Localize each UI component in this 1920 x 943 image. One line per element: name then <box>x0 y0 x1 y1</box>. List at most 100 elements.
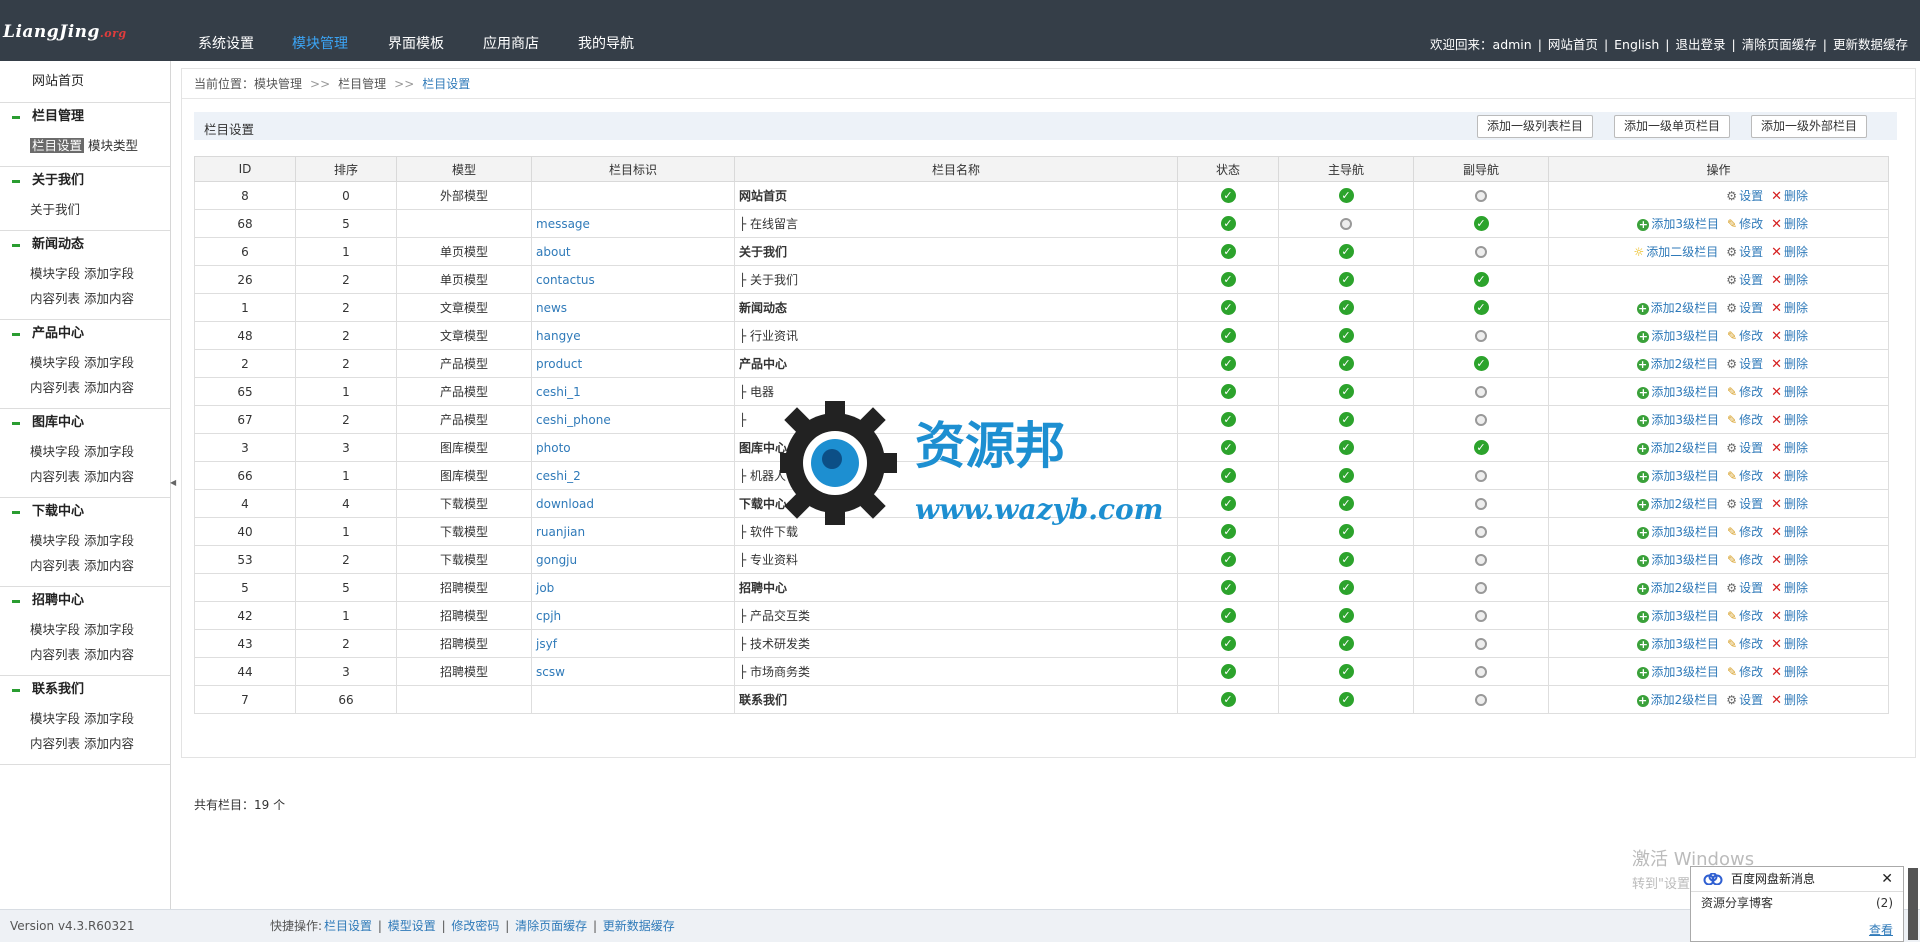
op-add3-button[interactable]: + 添加3级栏目 <box>1637 385 1719 399</box>
ident-link[interactable]: jsyf <box>536 637 557 651</box>
sidebar-group-2[interactable]: 新闻动态 <box>0 231 170 259</box>
sidebar-group-0[interactable]: 栏目管理 <box>0 103 170 131</box>
disabled-icon[interactable] <box>1475 610 1487 622</box>
logo[interactable]: LiangJing.org <box>3 22 127 42</box>
op-del-button[interactable]: ✕ 删除 <box>1771 357 1808 372</box>
sidebar-link[interactable]: 添加内容 <box>84 380 134 395</box>
collapse-minus-icon[interactable] <box>12 422 20 425</box>
topnav-item-0[interactable]: 系统设置 <box>198 33 254 53</box>
op-del-button[interactable]: ✕ 删除 <box>1771 637 1808 652</box>
main-nav-toggle[interactable]: ✓ <box>1278 433 1414 462</box>
sidebar-link[interactable]: 添加内容 <box>84 736 134 751</box>
sidebar-link[interactable]: 模块类型 <box>88 138 138 153</box>
sidebar-link[interactable]: 内容列表 <box>30 558 80 573</box>
sub-nav-toggle[interactable] <box>1413 657 1549 686</box>
check-icon[interactable]: ✓ <box>1473 272 1489 287</box>
check-icon[interactable]: ✓ <box>1338 552 1354 567</box>
op-add3-button[interactable]: + 添加3级栏目 <box>1637 413 1719 427</box>
sidebar-link[interactable]: 模块字段 <box>30 711 80 726</box>
op-add3-button[interactable]: + 添加3级栏目 <box>1637 329 1719 343</box>
sub-nav-toggle[interactable] <box>1413 517 1549 546</box>
sub-nav-toggle[interactable]: ✓ <box>1413 293 1549 322</box>
op-add3-button[interactable]: + 添加3级栏目 <box>1637 553 1719 567</box>
op-edit-button[interactable]: ✎ 修改 <box>1727 469 1763 483</box>
add-page-column-button[interactable]: 添加一级单页栏目 <box>1614 115 1731 138</box>
ident-link[interactable]: scsw <box>536 665 565 679</box>
op-del-button[interactable]: ✕ 删除 <box>1771 273 1808 288</box>
status-toggle[interactable]: ✓ <box>1177 629 1279 658</box>
sub-nav-toggle[interactable] <box>1413 377 1549 406</box>
op-del-button[interactable]: ✕ 删除 <box>1771 385 1808 400</box>
op-set-button[interactable]: ⚙ 设置 <box>1726 301 1763 315</box>
sidebar-link[interactable]: 添加内容 <box>84 558 134 573</box>
disabled-icon[interactable] <box>1475 638 1487 650</box>
disabled-icon[interactable] <box>1475 666 1487 678</box>
op-del-button[interactable]: ✕ 删除 <box>1771 693 1808 708</box>
main-nav-toggle[interactable]: ✓ <box>1278 349 1414 378</box>
disabled-icon[interactable] <box>1475 246 1487 258</box>
sidebar-link[interactable]: 模块字段 <box>30 444 80 459</box>
op-del-button[interactable]: ✕ 删除 <box>1771 665 1808 680</box>
op-set-button[interactable]: ⚙ 设置 <box>1726 273 1763 287</box>
ident-link[interactable]: news <box>536 301 567 315</box>
check-icon[interactable]: ✓ <box>1338 664 1354 679</box>
sidebar-link[interactable]: 添加内容 <box>84 291 134 306</box>
sidebar-link[interactable]: 内容列表 <box>30 469 80 484</box>
main-nav-toggle[interactable]: ✓ <box>1278 461 1414 490</box>
ident-link[interactable]: ceshi_phone <box>536 413 611 427</box>
check-icon[interactable]: ✓ <box>1220 552 1236 567</box>
op-edit-button[interactable]: ✎ 修改 <box>1727 665 1763 679</box>
check-icon[interactable]: ✓ <box>1473 300 1489 315</box>
op-set-button[interactable]: ⚙ 设置 <box>1726 189 1763 203</box>
op-add3-button[interactable]: + 添加3级栏目 <box>1637 525 1719 539</box>
quick-link[interactable]: 模型设置 <box>388 919 436 933</box>
check-icon[interactable]: ✓ <box>1338 412 1354 427</box>
sub-nav-toggle[interactable] <box>1413 601 1549 630</box>
collapse-minus-icon[interactable] <box>12 116 20 119</box>
op-set-button[interactable]: ⚙ 设置 <box>1726 245 1763 259</box>
main-nav-toggle[interactable]: ✓ <box>1278 657 1414 686</box>
status-toggle[interactable]: ✓ <box>1177 601 1279 630</box>
topnav-item-4[interactable]: 我的导航 <box>578 33 634 53</box>
sub-nav-toggle[interactable] <box>1413 405 1549 434</box>
op-edit-button[interactable]: ✎ 修改 <box>1727 553 1763 567</box>
disabled-icon[interactable] <box>1475 386 1487 398</box>
check-icon[interactable]: ✓ <box>1220 664 1236 679</box>
disabled-icon[interactable] <box>1475 190 1487 202</box>
status-toggle[interactable]: ✓ <box>1177 265 1279 294</box>
sidebar-group-7[interactable]: 联系我们 <box>0 676 170 704</box>
check-icon[interactable]: ✓ <box>1473 216 1489 231</box>
quick-link[interactable]: 修改密码 <box>451 919 499 933</box>
check-icon[interactable]: ✓ <box>1338 244 1354 259</box>
op-edit-button[interactable]: ✎ 修改 <box>1727 385 1763 399</box>
op-edit-button[interactable]: ✎ 修改 <box>1727 217 1763 231</box>
check-icon[interactable]: ✓ <box>1220 608 1236 623</box>
main-nav-toggle[interactable]: ✓ <box>1278 545 1414 574</box>
op-del-button[interactable]: ✕ 删除 <box>1771 441 1808 456</box>
op-add3-button[interactable]: + 添加3级栏目 <box>1637 609 1719 623</box>
ident-link[interactable]: cpjh <box>536 609 561 623</box>
check-icon[interactable]: ✓ <box>1220 580 1236 595</box>
op-edit-button[interactable]: ✎ 修改 <box>1727 609 1763 623</box>
collapse-minus-icon[interactable] <box>12 689 20 692</box>
quick-link[interactable]: 更新数据缓存 <box>603 919 675 933</box>
update-data-cache-link[interactable]: 更新数据缓存 <box>1833 37 1908 52</box>
sidebar-link[interactable]: 内容列表 <box>30 736 80 751</box>
status-toggle[interactable]: ✓ <box>1177 545 1279 574</box>
main-nav-toggle[interactable]: ✓ <box>1278 181 1414 210</box>
op-add2-button[interactable]: + 添加2级栏目 <box>1636 301 1718 315</box>
add-list-column-button[interactable]: 添加一级列表栏目 <box>1477 115 1594 138</box>
popup-item[interactable]: 资源分享博客 <box>1701 896 1773 910</box>
disabled-icon[interactable] <box>1475 414 1487 426</box>
op-del-button[interactable]: ✕ 删除 <box>1771 413 1808 428</box>
op-add3-button[interactable]: + 添加3级栏目 <box>1637 637 1719 651</box>
collapse-minus-icon[interactable] <box>12 244 20 247</box>
add-external-column-button[interactable]: 添加一级外部栏目 <box>1751 115 1868 138</box>
sidebar-link[interactable]: 内容列表 <box>30 647 80 662</box>
check-icon[interactable]: ✓ <box>1338 272 1354 287</box>
sub-nav-toggle[interactable] <box>1413 629 1549 658</box>
check-icon[interactable]: ✓ <box>1220 496 1236 511</box>
sidebar-link[interactable]: 模块字段 <box>30 355 80 370</box>
disabled-icon[interactable] <box>1340 218 1352 230</box>
op-set-button[interactable]: ⚙ 设置 <box>1726 693 1763 707</box>
